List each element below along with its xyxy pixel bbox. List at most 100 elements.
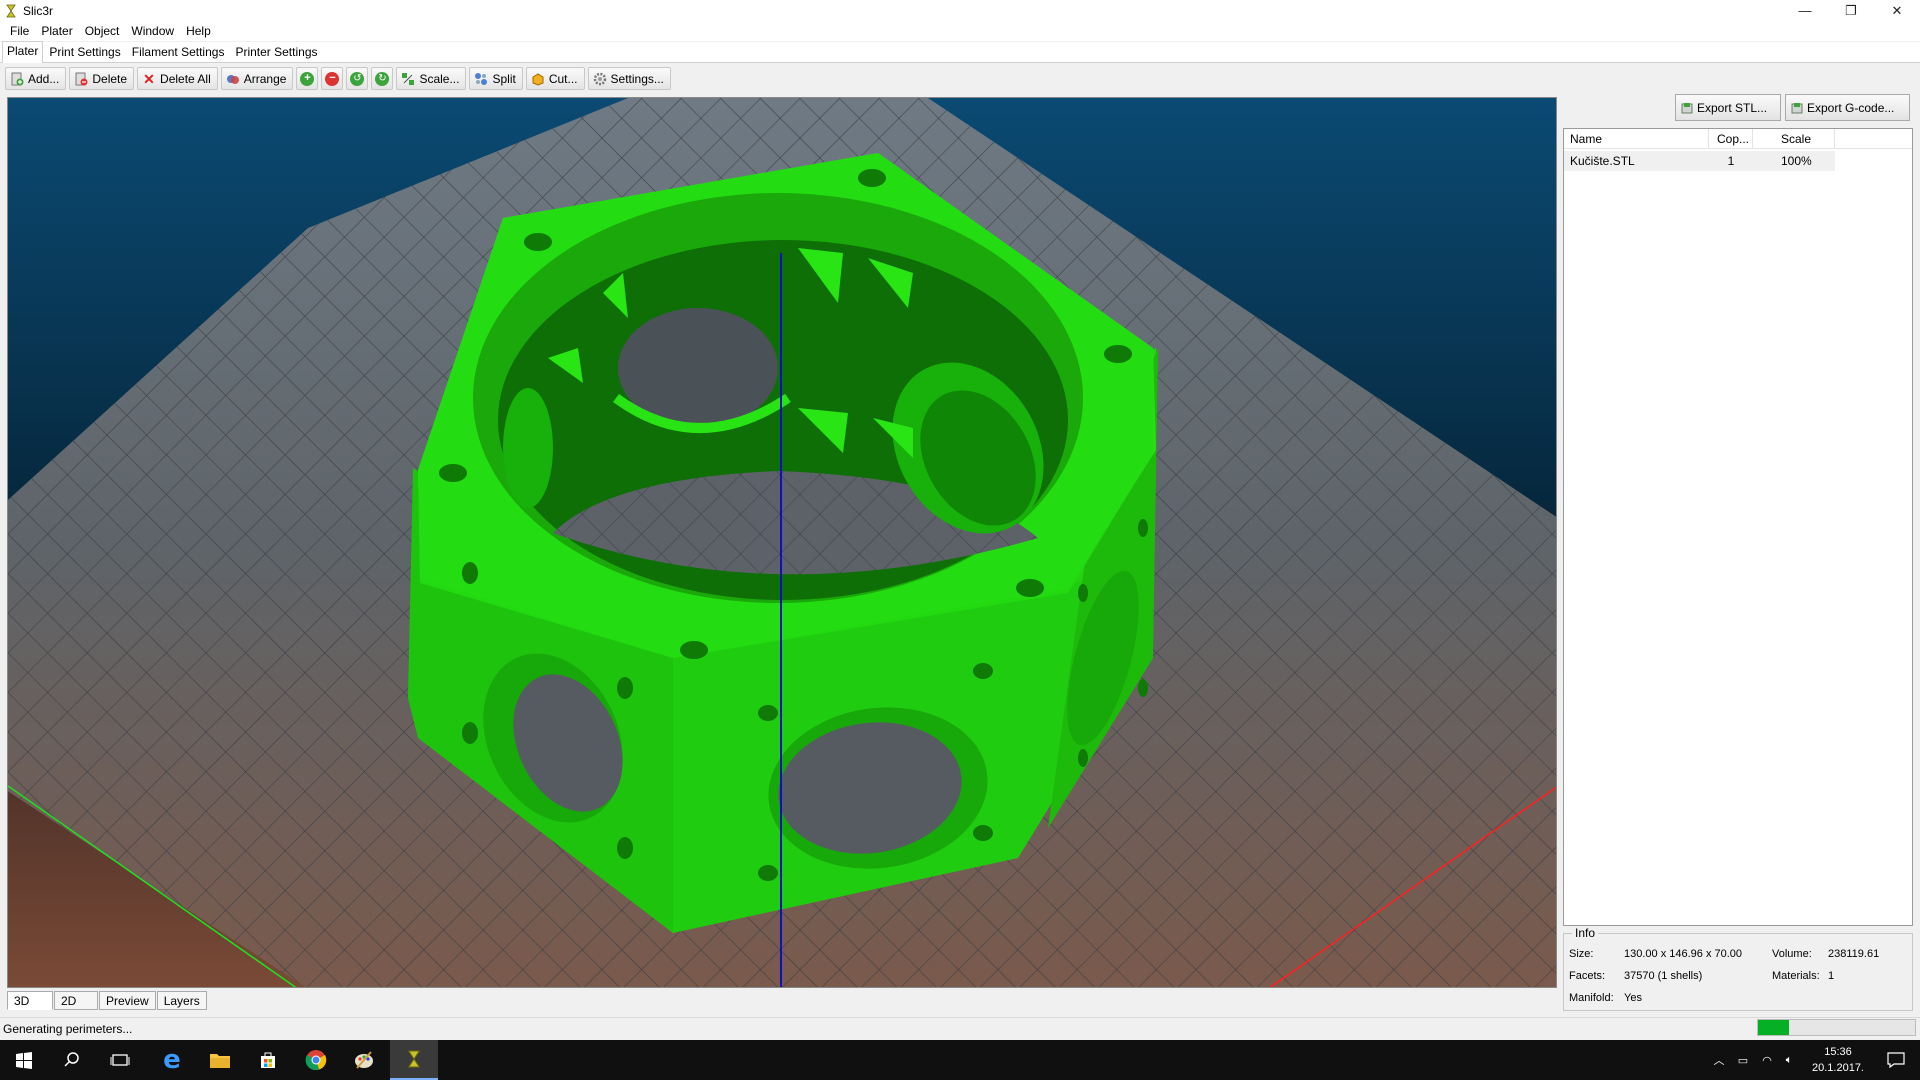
increase-copies-button[interactable]: + <box>296 67 319 90</box>
folder-icon <box>210 1054 230 1068</box>
slic3r-icon <box>407 1050 421 1068</box>
delete-icon <box>74 72 88 86</box>
cut-button[interactable]: Cut... <box>525 67 585 90</box>
restore-button[interactable]: ❐ <box>1828 0 1874 21</box>
rotate-right-icon: ↻ <box>375 71 390 86</box>
3d-viewport[interactable] <box>7 97 1557 988</box>
tab-printer-settings[interactable]: Printer Settings <box>230 42 322 62</box>
minimize-button[interactable]: — <box>1782 0 1828 21</box>
size-value: 130.00 x 146.96 x 70.00 <box>1624 948 1743 960</box>
delete-label: Delete <box>92 71 128 86</box>
menu-bar: File Plater Object Window Help <box>0 21 1920 41</box>
table-row[interactable]: Kučište.STL 1 100% <box>1564 151 1835 171</box>
tab-filament-settings[interactable]: Filament Settings <box>127 42 230 62</box>
split-button[interactable]: Split <box>469 67 523 90</box>
scale-label: Scale... <box>419 71 460 86</box>
wifi-icon[interactable]: ◠ <box>1756 1054 1778 1067</box>
paint-app-button[interactable] <box>340 1040 388 1080</box>
taskbar-clock[interactable]: 15:36 20.1.2017. <box>1808 1044 1868 1076</box>
info-legend: Info <box>1572 926 1599 940</box>
cut-label: Cut... <box>548 71 578 86</box>
store-icon <box>261 1052 275 1068</box>
volume-value: 238119.61 <box>1828 948 1880 960</box>
column-scale[interactable]: Scale <box>1753 128 1835 149</box>
palette-icon <box>355 1051 373 1069</box>
chrome-icon <box>305 1050 327 1071</box>
menu-help[interactable]: Help <box>180 24 217 38</box>
add-icon <box>10 72 24 86</box>
file-explorer-button[interactable] <box>196 1040 244 1080</box>
export-stl-button[interactable]: Export STL... <box>1675 94 1781 121</box>
view-tabs: 3D 2D Preview Layers <box>7 991 208 1010</box>
system-tray: ︿ ▭ ◠ 🔈︎ <box>1708 1040 1800 1080</box>
chrome-button[interactable] <box>292 1040 340 1080</box>
edge-taskbar-button[interactable]: e <box>148 1040 196 1080</box>
object-list[interactable]: Name Cop... Scale Kučište.STL 1 100% <box>1563 128 1913 926</box>
progress-fill <box>1758 1020 1790 1035</box>
export-gcode-icon <box>1790 101 1804 115</box>
export-stl-label: Export STL... <box>1697 100 1768 115</box>
manifold-value: Yes <box>1624 992 1642 1004</box>
chevron-up-icon[interactable]: ︿ <box>1708 1052 1730 1068</box>
increase-copies-icon: + <box>300 71 315 86</box>
progress-bar <box>1757 1019 1916 1036</box>
settings-button[interactable]: Settings... <box>587 67 671 90</box>
size-label: Size: <box>1569 948 1594 960</box>
add-button[interactable]: Add... <box>5 67 67 90</box>
tab-print-settings[interactable]: Print Settings <box>44 42 125 62</box>
rotate-right-button[interactable]: ↻ <box>371 67 394 90</box>
status-bar: Generating perimeters... <box>0 1017 1920 1039</box>
start-button[interactable] <box>0 1040 48 1080</box>
column-copies[interactable]: Cop... <box>1709 128 1753 149</box>
object-name: Kučište.STL <box>1570 154 1635 168</box>
task-view-button[interactable] <box>96 1040 144 1080</box>
facets-value: 37570 (1 shells) <box>1624 970 1703 982</box>
decrease-copies-icon: − <box>325 71 340 86</box>
view-tab-preview[interactable]: Preview <box>99 991 156 1010</box>
tab-plater[interactable]: Plater <box>2 41 44 63</box>
store-button[interactable] <box>244 1040 292 1080</box>
materials-label: Materials: <box>1772 970 1820 982</box>
action-center-button[interactable] <box>1872 1040 1920 1080</box>
windows-logo-icon <box>16 1052 32 1069</box>
object-list-header: Name Cop... Scale <box>1564 128 1912 149</box>
search-button[interactable] <box>48 1040 96 1080</box>
manifold-label: Manifold: <box>1569 992 1614 1004</box>
settings-label: Settings... <box>610 71 664 86</box>
menu-plater[interactable]: Plater <box>35 24 78 38</box>
menu-window[interactable]: Window <box>125 24 180 38</box>
task-view-icon <box>110 1054 130 1066</box>
delete-all-icon: ✕ <box>143 70 155 87</box>
cut-icon <box>531 72 545 86</box>
delete-button[interactable]: Delete <box>69 67 135 90</box>
status-text: Generating perimeters... <box>3 1021 133 1036</box>
arrange-button[interactable]: Arrange <box>220 67 294 90</box>
rotate-left-button[interactable]: ↺ <box>346 67 369 90</box>
scale-button[interactable]: Scale... <box>396 67 467 90</box>
decrease-copies-button[interactable]: − <box>321 67 344 90</box>
materials-value: 1 <box>1828 970 1835 982</box>
delete-all-button[interactable]: ✕ Delete All <box>137 67 218 90</box>
slic3r-taskbar-button[interactable] <box>390 1040 438 1080</box>
clock-date: 20.1.2017. <box>1812 1062 1864 1074</box>
title-bar: Slic3r — ❐ ✕ <box>0 0 1920 21</box>
view-tab-2d[interactable]: 2D <box>54 991 98 1010</box>
menu-file[interactable]: File <box>4 24 35 38</box>
windows-taskbar: e ︿ ▭ ◠ 🔈︎ 15:36 20.1.2017. <box>0 1040 1920 1080</box>
notification-icon <box>1887 1052 1905 1068</box>
export-gcode-button[interactable]: Export G-code... <box>1785 94 1910 121</box>
split-icon <box>474 72 488 86</box>
battery-icon[interactable]: ▭ <box>1730 1054 1756 1067</box>
column-name[interactable]: Name <box>1564 128 1709 149</box>
export-gcode-label: Export G-code... <box>1807 100 1895 115</box>
close-button[interactable]: ✕ <box>1874 0 1920 21</box>
main-tabs: Plater Print Settings Filament Settings … <box>0 41 1920 63</box>
edge-icon: e <box>163 1045 181 1075</box>
info-panel: Info Size: 130.00 x 146.96 x 70.00 Volum… <box>1563 926 1913 1011</box>
view-tab-layers[interactable]: Layers <box>156 991 207 1010</box>
volume-icon[interactable]: 🔈︎ <box>1778 1054 1800 1067</box>
view-tab-3d[interactable]: 3D <box>7 991 53 1010</box>
menu-object[interactable]: Object <box>79 24 126 38</box>
add-label: Add... <box>28 71 60 86</box>
3d-scene[interactable] <box>8 98 1557 988</box>
